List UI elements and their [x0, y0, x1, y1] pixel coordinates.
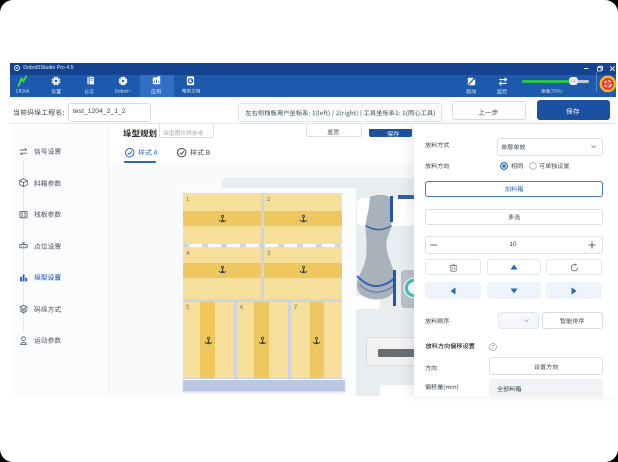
svg-text:?: ?	[492, 344, 495, 350]
